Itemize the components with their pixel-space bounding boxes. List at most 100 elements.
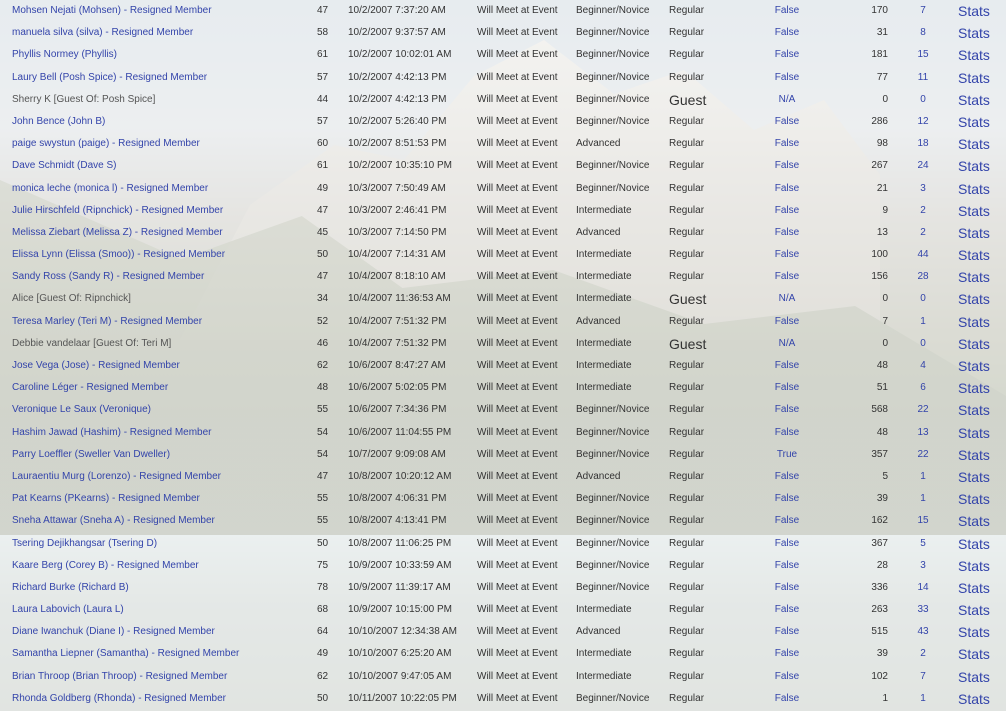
stats-link[interactable]: Stats — [958, 466, 990, 488]
flag-link[interactable]: False — [770, 422, 804, 444]
stats-link[interactable]: Stats — [958, 311, 990, 333]
count-link[interactable]: 22 — [905, 399, 941, 421]
member-name-link[interactable]: Lauraentiu Murg (Lorenzo) - Resigned Mem… — [12, 466, 221, 488]
stats-link[interactable]: Stats — [958, 688, 990, 710]
member-name-link[interactable]: Laury Bell (Posh Spice) - Resigned Membe… — [12, 67, 207, 89]
flag-link[interactable]: False — [770, 555, 804, 577]
member-name-link[interactable]: Sneha Attawar (Sneha A) - Resigned Membe… — [12, 510, 215, 532]
count-link[interactable]: 2 — [905, 643, 941, 665]
member-name-link[interactable]: Veronique Le Saux (Veronique) — [12, 399, 151, 421]
stats-link[interactable]: Stats — [958, 621, 990, 643]
count-link[interactable]: 7 — [905, 666, 941, 688]
member-name-link[interactable]: Teresa Marley (Teri M) - Resigned Member — [12, 311, 202, 333]
member-name-link[interactable]: Phyllis Normey (Phyllis) — [12, 44, 117, 66]
stats-link[interactable]: Stats — [958, 0, 990, 22]
count-link[interactable]: 22 — [905, 444, 941, 466]
flag-link[interactable]: False — [770, 688, 804, 710]
stats-link[interactable]: Stats — [958, 133, 990, 155]
flag-link[interactable]: False — [770, 577, 804, 599]
count-link[interactable]: 43 — [905, 621, 941, 643]
stats-link[interactable]: Stats — [958, 533, 990, 555]
flag-link[interactable]: False — [770, 643, 804, 665]
flag-link[interactable]: False — [770, 377, 804, 399]
count-link[interactable]: 12 — [905, 111, 941, 133]
count-link[interactable]: 4 — [905, 355, 941, 377]
stats-link[interactable]: Stats — [958, 666, 990, 688]
count-link[interactable]: 6 — [905, 377, 941, 399]
member-name-link[interactable]: Elissa Lynn (Elissa (Smoo)) - Resigned M… — [12, 244, 225, 266]
count-link[interactable]: 18 — [905, 133, 941, 155]
stats-link[interactable]: Stats — [958, 377, 990, 399]
flag-link[interactable]: False — [770, 533, 804, 555]
stats-link[interactable]: Stats — [958, 155, 990, 177]
flag-link[interactable]: False — [770, 111, 804, 133]
count-link[interactable]: 44 — [905, 244, 941, 266]
stats-link[interactable]: Stats — [958, 111, 990, 133]
count-link[interactable]: 28 — [905, 266, 941, 288]
member-name-link[interactable]: Laura Labovich (Laura L) — [12, 599, 124, 621]
flag-link[interactable]: False — [770, 67, 804, 89]
member-name-link[interactable]: Brian Throop (Brian Throop) - Resigned M… — [12, 666, 227, 688]
member-name-link[interactable]: Samantha Liepner (Samantha) - Resigned M… — [12, 643, 239, 665]
member-name-link[interactable]: Caroline Léger - Resigned Member — [12, 377, 168, 399]
stats-link[interactable]: Stats — [958, 555, 990, 577]
member-name-link[interactable]: Kaare Berg (Corey B) - Resigned Member — [12, 555, 199, 577]
stats-link[interactable]: Stats — [958, 643, 990, 665]
flag-link[interactable]: False — [770, 0, 804, 22]
flag-link[interactable]: False — [770, 599, 804, 621]
count-link[interactable]: 13 — [905, 422, 941, 444]
flag-link[interactable]: False — [770, 621, 804, 643]
count-link[interactable]: 3 — [905, 555, 941, 577]
stats-link[interactable]: Stats — [958, 222, 990, 244]
stats-link[interactable]: Stats — [958, 44, 990, 66]
stats-link[interactable]: Stats — [958, 178, 990, 200]
member-name-link[interactable]: John Bence (John B) — [12, 111, 105, 133]
member-name-link[interactable]: manuela silva (silva) - Resigned Member — [12, 22, 193, 44]
count-link[interactable]: 24 — [905, 155, 941, 177]
flag-link[interactable]: False — [770, 222, 804, 244]
member-name-link[interactable]: Dave Schmidt (Dave S) — [12, 155, 116, 177]
flag-link[interactable]: False — [770, 399, 804, 421]
stats-link[interactable]: Stats — [958, 444, 990, 466]
flag-link[interactable]: False — [770, 266, 804, 288]
member-name-link[interactable]: Hashim Jawad (Hashim) - Resigned Member — [12, 422, 212, 444]
flag-link[interactable]: False — [770, 22, 804, 44]
count-link[interactable]: 0 — [905, 89, 941, 111]
flag-link[interactable]: False — [770, 488, 804, 510]
flag-link[interactable]: False — [770, 666, 804, 688]
member-name-link[interactable]: Rhonda Goldberg (Rhonda) - Resigned Memb… — [12, 688, 226, 710]
flag-link[interactable]: False — [770, 355, 804, 377]
stats-link[interactable]: Stats — [958, 266, 990, 288]
stats-link[interactable]: Stats — [958, 288, 990, 310]
flag-link[interactable]: False — [770, 178, 804, 200]
count-link[interactable]: 15 — [905, 44, 941, 66]
count-link[interactable]: 14 — [905, 577, 941, 599]
flag-link[interactable]: False — [770, 133, 804, 155]
count-link[interactable]: 11 — [905, 67, 941, 89]
member-name-link[interactable]: Sandy Ross (Sandy R) - Resigned Member — [12, 266, 204, 288]
member-name-link[interactable]: Parry Loeffler (Sweller Van Dweller) — [12, 444, 170, 466]
member-name-link[interactable]: Pat Kearns (PKearns) - Resigned Member — [12, 488, 200, 510]
count-link[interactable]: 8 — [905, 22, 941, 44]
count-link[interactable]: 1 — [905, 488, 941, 510]
stats-link[interactable]: Stats — [958, 510, 990, 532]
count-link[interactable]: 1 — [905, 466, 941, 488]
count-link[interactable]: 1 — [905, 688, 941, 710]
member-name-link[interactable]: Tsering Dejikhangsar (Tsering D) — [12, 533, 157, 555]
stats-link[interactable]: Stats — [958, 333, 990, 355]
stats-link[interactable]: Stats — [958, 488, 990, 510]
stats-link[interactable]: Stats — [958, 422, 990, 444]
member-name-link[interactable]: monica leche (monica l) - Resigned Membe… — [12, 178, 208, 200]
count-link[interactable]: 2 — [905, 200, 941, 222]
member-name-link[interactable]: Mohsen Nejati (Mohsen) - Resigned Member — [12, 0, 212, 22]
stats-link[interactable]: Stats — [958, 244, 990, 266]
stats-link[interactable]: Stats — [958, 599, 990, 621]
member-name-link[interactable]: Melissa Ziebart (Melissa Z) - Resigned M… — [12, 222, 223, 244]
stats-link[interactable]: Stats — [958, 577, 990, 599]
stats-link[interactable]: Stats — [958, 200, 990, 222]
count-link[interactable]: 33 — [905, 599, 941, 621]
count-link[interactable]: 1 — [905, 311, 941, 333]
flag-link[interactable]: True — [770, 444, 804, 466]
member-name-link[interactable]: Jose Vega (Jose) - Resigned Member — [12, 355, 180, 377]
flag-link[interactable]: False — [770, 311, 804, 333]
